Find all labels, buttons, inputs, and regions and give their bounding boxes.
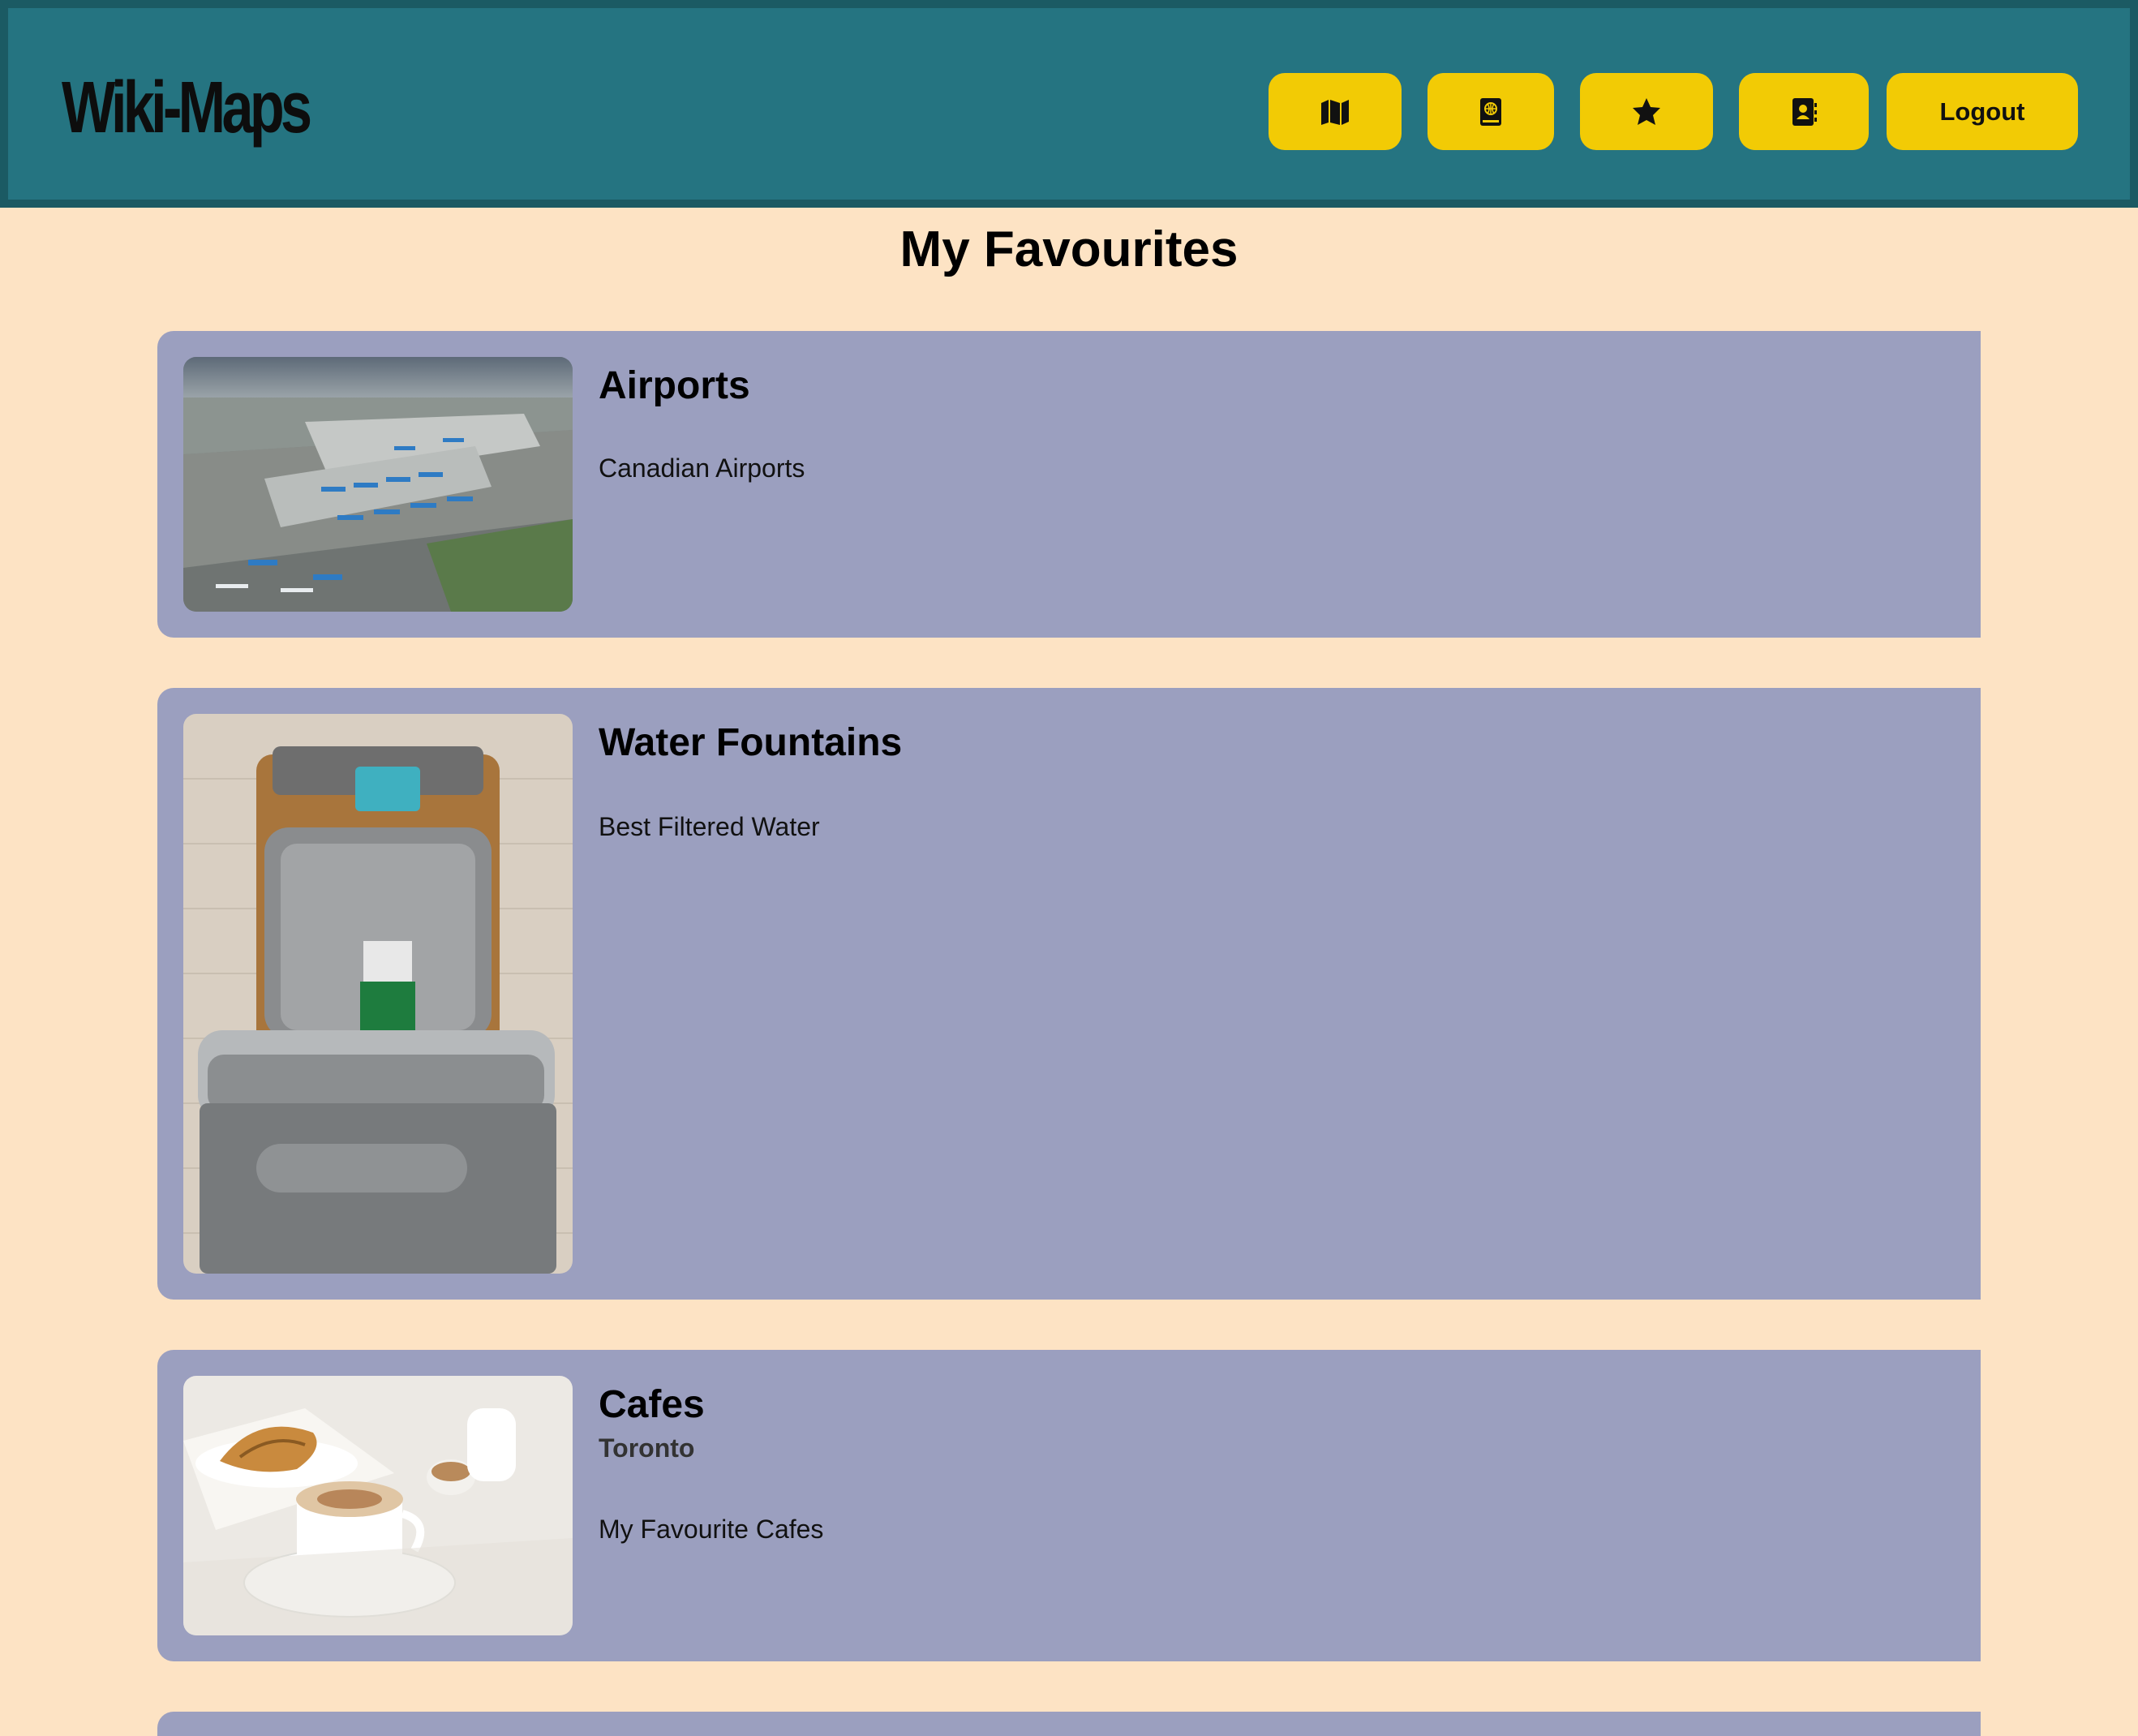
explore-button[interactable]: [1427, 73, 1554, 150]
page-title: My Favourites: [899, 221, 1239, 277]
airport-aerial-photo: [183, 357, 573, 612]
atlas-book-icon: [1480, 97, 1501, 126]
map-card-description: My Favourite Cafes: [599, 1515, 824, 1544]
favourites-button[interactable]: [1580, 73, 1713, 150]
cafe-coffee-croissant-photo: [183, 1376, 573, 1635]
star-icon: [1633, 97, 1660, 125]
map-card-description: Best Filtered Water: [599, 812, 820, 841]
maps-button[interactable]: [1269, 73, 1402, 150]
top-navbar: Wiki-Maps Logout: [0, 0, 2138, 208]
map-icon: [1321, 99, 1349, 125]
profile-button[interactable]: [1739, 73, 1869, 150]
brand-logo[interactable]: Wiki-Maps: [62, 71, 312, 144]
map-card-location: Toronto: [599, 1433, 695, 1463]
logout-label: Logout: [1939, 97, 2025, 126]
map-card-title[interactable]: Cafes: [599, 1382, 705, 1428]
logout-button[interactable]: Logout: [1887, 73, 2078, 150]
map-card-partial[interactable]: [157, 1712, 1981, 1736]
map-card-description: Canadian Airports: [599, 453, 805, 483]
map-card-water-fountains[interactable]: Water Fountains Best Filtered Water: [157, 688, 1981, 1300]
map-card-cafes[interactable]: Cafes Toronto My Favourite Cafes: [157, 1350, 1981, 1661]
map-card-title[interactable]: Airports: [599, 363, 750, 409]
water-fountain-photo: [183, 714, 573, 1274]
contact-book-icon: [1792, 97, 1817, 126]
map-card-airports[interactable]: Airports Canadian Airports: [157, 331, 1981, 638]
map-card-title[interactable]: Water Fountains: [599, 720, 902, 766]
